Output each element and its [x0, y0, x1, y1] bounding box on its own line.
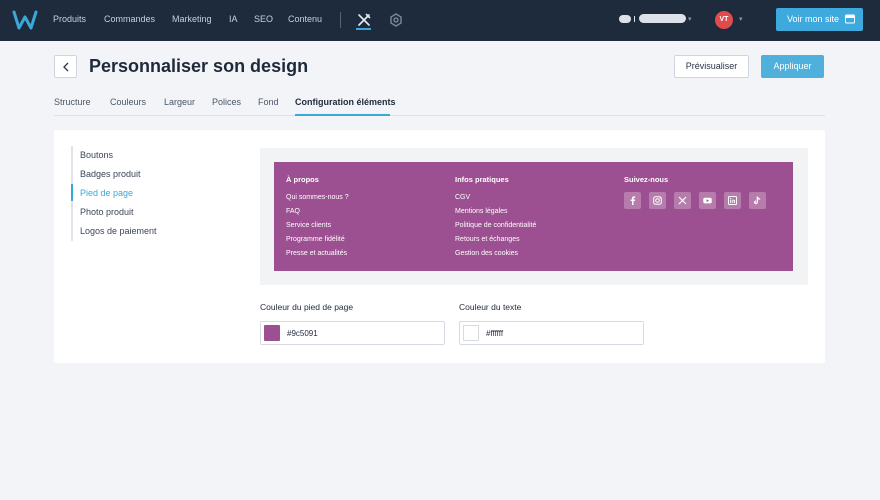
redacted-separator: [634, 16, 635, 22]
user-avatar[interactable]: VT: [715, 11, 733, 29]
footer-link: Mentions légales: [455, 208, 508, 215]
apply-button[interactable]: Appliquer: [761, 55, 824, 78]
tab-fond[interactable]: Fond: [258, 97, 279, 107]
footer-color-input[interactable]: #9c5091: [260, 321, 445, 345]
linkedin-icon: [724, 192, 741, 209]
sidebar-item-pied-de-page[interactable]: Pied de page: [80, 188, 133, 198]
sidebar-item-badges-produit[interactable]: Badges produit: [80, 169, 141, 179]
facebook-icon: [624, 192, 641, 209]
nav-item-produits[interactable]: Produits: [53, 14, 86, 24]
tab-couleurs[interactable]: Couleurs: [110, 97, 146, 107]
tab-largeur[interactable]: Largeur: [164, 97, 195, 107]
visit-site-button[interactable]: Voir mon site: [776, 8, 863, 31]
footer-color-value: #9c5091: [287, 329, 318, 338]
text-color-label: Couleur du texte: [459, 302, 522, 312]
footer-link: Gestion des cookies: [455, 250, 519, 257]
settings-icon[interactable]: [388, 12, 404, 28]
tab-structure[interactable]: Structure: [54, 97, 91, 107]
redacted-store-badge: [619, 15, 631, 23]
nav-item-contenu[interactable]: Contenu: [288, 14, 322, 24]
footer-color-label: Couleur du pied de page: [260, 302, 354, 312]
instagram-icon: [649, 192, 666, 209]
footer-link: Programme fidélité: [286, 236, 345, 243]
chevron-down-icon[interactable]: ▾: [739, 15, 743, 23]
text-color-swatch[interactable]: [463, 325, 479, 341]
footer-link: Service clients: [286, 222, 332, 229]
sidebar-item-logos-de-paiement[interactable]: Logos de paiement: [80, 226, 157, 236]
footer-link: Qui sommes-nous ?: [286, 194, 349, 201]
page-title: Personnaliser son design: [89, 56, 309, 76]
store-icon: [845, 14, 855, 24]
footer-link: Politique de confidentialité: [455, 222, 537, 229]
tabs-divider: [54, 115, 825, 116]
footer-column-title: Infos pratiques: [455, 175, 509, 184]
tab-configuration-elements[interactable]: Configuration éléments: [295, 97, 396, 107]
design-tools-icon[interactable]: [356, 12, 372, 28]
brand-logo[interactable]: [12, 9, 38, 31]
back-button[interactable]: [54, 55, 77, 78]
redacted-store-name[interactable]: [639, 14, 686, 23]
nav-item-marketing[interactable]: Marketing: [172, 14, 212, 24]
footer-column-title: À propos: [286, 175, 319, 184]
footer-link: Retours et échanges: [455, 236, 520, 243]
visit-site-label: Voir mon site: [787, 14, 840, 24]
youtube-icon: [699, 192, 716, 209]
x-icon: [674, 192, 691, 209]
chevron-left-icon: [63, 62, 69, 72]
footer-link: FAQ: [286, 208, 301, 215]
tiktok-icon: [749, 192, 766, 209]
sidebar-active-indicator: [71, 184, 73, 201]
nav-item-seo[interactable]: SEO: [254, 14, 273, 24]
active-nav-indicator: [356, 28, 371, 30]
nav-item-commandes[interactable]: Commandes: [104, 14, 155, 24]
tab-polices[interactable]: Polices: [212, 97, 241, 107]
sidebar-item-photo-produit[interactable]: Photo produit: [80, 207, 134, 217]
preview-button[interactable]: Prévisualiser: [674, 55, 749, 78]
text-color-input[interactable]: #ffffff: [459, 321, 644, 345]
footer-link: Presse et actualités: [286, 250, 348, 257]
nav-item-ia[interactable]: IA: [229, 14, 238, 24]
chevron-down-icon[interactable]: ▾: [688, 15, 692, 23]
footer-color-swatch[interactable]: [264, 325, 280, 341]
footer-link: CGV: [455, 194, 471, 201]
text-color-value: #ffffff: [486, 329, 504, 338]
footer-preview: [274, 162, 793, 271]
footer-social-title: Suivez-nous: [624, 175, 669, 184]
nav-divider: [340, 12, 341, 28]
active-tab-indicator: [295, 114, 390, 116]
sidebar-item-boutons[interactable]: Boutons: [80, 150, 113, 160]
top-navigation: Produits Commandes Marketing IA SEO Cont…: [0, 0, 880, 41]
